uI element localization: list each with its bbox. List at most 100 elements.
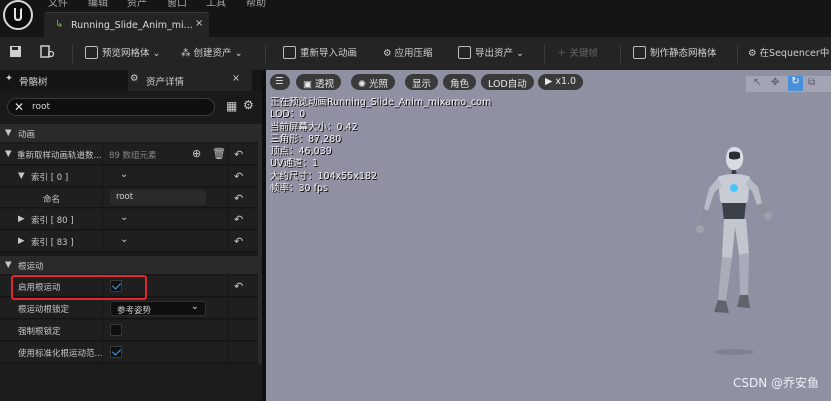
details-panel: ✦ 骨骼树 ⚙ 资产详情 × ✕ root ▦ ⚙ ▼ 动画 ▼ 重新取样动画轨… [0, 70, 262, 401]
element-menu-chevron-icon[interactable]: ⌄ [120, 234, 128, 245]
stat-line: 大约尺寸：104x55x182 [270, 170, 378, 182]
force-root-lock-checkbox[interactable] [110, 324, 122, 336]
expand-arrow-icon[interactable]: ▶ [18, 214, 25, 224]
viewport-menu-button[interactable]: ☰ [270, 74, 290, 90]
menu-help[interactable]: 帮助 [246, 0, 266, 9]
stat-line: 帧率：30 fps [270, 183, 328, 195]
tab-skeleton-tree[interactable]: ✦ 骨骼树 [0, 70, 128, 91]
animation-sequence-icon: ↳ [55, 19, 64, 30]
reset-icon[interactable]: ↶ [234, 192, 243, 205]
close-tab-icon[interactable]: × [195, 18, 203, 29]
section-animation[interactable]: ▼ 动画 [0, 124, 262, 142]
browse-icon [40, 45, 55, 58]
transform-tools: ↖ ✥ ↻ ⧉ [746, 76, 831, 92]
name-label: 命名 [43, 195, 61, 205]
normalized-root-motion-label: 使用标准化根运动范... [18, 349, 103, 359]
search-field[interactable]: ✕ root [7, 98, 215, 116]
table-view-icon[interactable]: ▦ [226, 99, 237, 113]
preview-mesh-button[interactable]: 预览网格体 ⌄ [85, 45, 161, 61]
lit-button[interactable]: ✺ 光照 [351, 74, 395, 90]
stat-line: 三角形：87,280 [270, 133, 342, 145]
settings-gear-icon[interactable]: ⚙ [243, 98, 254, 112]
apply-compression-button[interactable]: ⚙ 应用压缩 [383, 45, 433, 61]
details-icon: ⚙ [130, 73, 139, 84]
create-asset-button[interactable]: ⁂ 创建资产 ⌄ [181, 45, 243, 61]
lod-button[interactable]: LOD自动 [481, 74, 534, 90]
collapse-arrow-icon[interactable]: ▼ [5, 149, 12, 159]
menu-tools[interactable]: 工具 [206, 0, 226, 9]
preview-viewport[interactable]: ☰ ▣ 透视 ✺ 光照 显示 角色 LOD自动 ▶ x1.0 ↖ ✥ ↻ ⧉ 正… [266, 70, 831, 401]
section-root-motion[interactable]: ▼ 根运动 [0, 256, 262, 274]
stat-line: LOD：0 [270, 109, 306, 121]
element-menu-chevron-icon[interactable]: ⌄ [120, 169, 128, 180]
character-label: 角色 [450, 79, 470, 90]
property-row: ▼ 重新取样动画轨道数... 89 数组元素 ⊕ 🗑 ↶ [0, 144, 262, 165]
keyframe-button[interactable]: ＋ 关键帧 [557, 45, 598, 61]
reset-icon[interactable]: ↶ [234, 170, 243, 183]
perspective-button[interactable]: ▣ 透视 [296, 74, 342, 90]
show-label: 显示 [412, 79, 432, 90]
clear-search-icon[interactable]: ✕ [14, 100, 24, 114]
reset-icon[interactable]: ↶ [234, 213, 243, 226]
array-element-row: ▶ 索引 [ 80 ] ⌄ ↶ [0, 209, 262, 230]
static-mesh-icon [633, 46, 646, 59]
reimport-icon [283, 46, 296, 59]
reset-icon[interactable]: ↶ [234, 148, 243, 161]
index-80-label: 索引 [ 80 ] [31, 216, 74, 226]
show-button[interactable]: 显示 [405, 74, 439, 90]
make-static-mesh-button[interactable]: 制作静态网格体 [633, 45, 717, 61]
preview-stats: 正在预览动画Running_Slide_Anim_mixamo_com LOD：… [270, 97, 491, 195]
document-tab[interactable]: ↳ Running_Slide_Anim_mi... × [44, 12, 209, 37]
expand-arrow-icon[interactable]: ▶ [18, 236, 25, 246]
export-asset-button[interactable]: 导出资产 ⌄ [458, 45, 524, 61]
lit-label: 光照 [368, 79, 388, 90]
toolbar: 预览网格体 ⌄ ⁂ 创建资产 ⌄ 重新导入动画 ⚙ 应用压缩 导出资产 ⌄ ＋ … [0, 37, 831, 70]
reimport-label: 重新导入动画 [300, 48, 358, 59]
search-input[interactable]: root [32, 102, 50, 112]
menu-asset[interactable]: 资产 [127, 0, 147, 9]
select-mode-icon[interactable]: ↖ [753, 77, 761, 88]
browse-asset-button[interactable] [40, 45, 55, 61]
element-menu-chevron-icon[interactable]: ⌄ [120, 212, 128, 223]
name-field[interactable]: root [110, 190, 206, 205]
apply-compression-label: 应用压缩 [394, 48, 433, 59]
lod-label: LOD自动 [488, 79, 527, 90]
reset-icon[interactable]: ↶ [234, 280, 243, 293]
save-button[interactable] [9, 45, 22, 61]
root-motion-lock-value: 参考姿势 [117, 306, 152, 316]
open-sequencer-label: 在Sequencer中 [759, 48, 830, 59]
tab-asset-details[interactable]: ⚙ 资产详情 × [128, 70, 252, 91]
reset-icon[interactable]: ↶ [234, 235, 243, 248]
preview-mesh-label: 预览网格体 [102, 48, 150, 59]
property-row: 使用标准化根运动范... [0, 342, 262, 363]
collapse-arrow-icon[interactable]: ▼ [18, 171, 25, 181]
character-button[interactable]: 角色 [443, 74, 477, 90]
rotate-icon[interactable]: ↻ [788, 76, 803, 91]
array-element-row: ▶ 索引 [ 83 ] ⌄ ↶ [0, 231, 262, 252]
add-element-icon[interactable]: ⊕ [192, 147, 201, 160]
sequencer-icon: ⚙ [748, 48, 760, 59]
menu-file[interactable]: 文件 [48, 0, 68, 9]
close-panel-icon[interactable]: × [232, 73, 240, 84]
menu-window[interactable]: 窗口 [167, 0, 187, 9]
skeleton-icon: ✦ [5, 73, 13, 84]
reimport-button[interactable]: 重新导入动画 [283, 45, 357, 61]
delete-icon[interactable]: 🗑 [212, 147, 226, 160]
panel-tabs: ✦ 骨骼树 ⚙ 资产详情 × [0, 70, 262, 91]
compression-icon: ⚙ [383, 48, 395, 59]
scale-icon[interactable]: ⧉ [808, 77, 815, 88]
mannequin-character [696, 147, 772, 355]
open-sequencer-button[interactable]: ⚙ 在Sequencer中 [748, 45, 829, 61]
create-asset-icon: ⁂ [181, 48, 194, 59]
root-motion-lock-dropdown[interactable]: 参考姿势 ⌄ [110, 301, 206, 316]
chevron-down-icon: ⌄ [190, 301, 199, 312]
cube-icon: ▣ [303, 79, 315, 90]
unreal-logo-icon[interactable] [3, 0, 33, 30]
csdn-watermark: CSDN @乔安鱼 [732, 376, 819, 390]
highlight-box [11, 275, 147, 300]
menu-edit[interactable]: 编辑 [88, 0, 108, 9]
translate-icon[interactable]: ✥ [771, 77, 779, 88]
array-element-row: ▼ 索引 [ 0 ] ⌄ ↶ [0, 166, 262, 187]
playback-speed-button[interactable]: ▶ x1.0 [538, 74, 584, 90]
normalized-root-motion-checkbox[interactable] [110, 346, 122, 358]
